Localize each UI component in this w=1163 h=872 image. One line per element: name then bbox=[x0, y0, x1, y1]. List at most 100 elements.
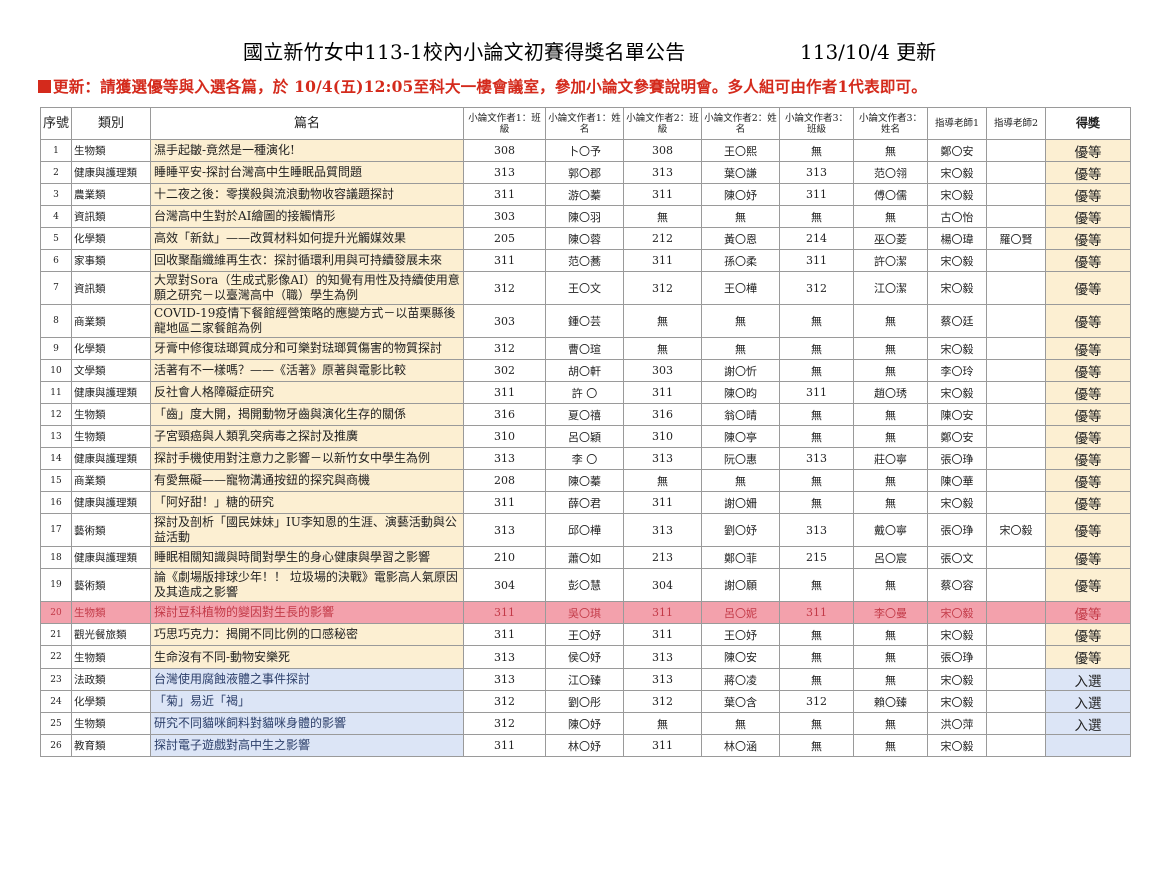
cell-title: 生命沒有不同-動物安樂死 bbox=[150, 645, 464, 669]
cell-teacher2 bbox=[986, 712, 1046, 735]
cell-category: 化學類 bbox=[71, 337, 151, 360]
cell-title: 子宮頸癌與人類乳突病毒之探討及推廣 bbox=[150, 425, 464, 448]
cell-teacher1: 宋〇毅 bbox=[927, 183, 987, 206]
cell-author1-class: 316 bbox=[463, 403, 546, 426]
update-date: 113/10/4 更新 bbox=[800, 40, 937, 64]
cell-teacher2 bbox=[986, 601, 1046, 624]
cell-title: 台灣高中生對於AI繪圖的接觸情形 bbox=[150, 205, 464, 228]
cell-no: 7 bbox=[40, 271, 72, 305]
table-row: 1 生物類 濕手起皺-竟然是一種演化! 308 卜〇予 308 王〇熙無無鄭〇安 優等 bbox=[40, 139, 1131, 162]
cell-author3-name: 莊〇寧 bbox=[853, 447, 928, 470]
cell-author1-class: 311 bbox=[463, 491, 546, 514]
cell-teacher2 bbox=[986, 183, 1046, 206]
cell-author3-name: 許〇潔 bbox=[853, 249, 928, 272]
cell-title: 「菊」易近「褐」 bbox=[150, 690, 464, 713]
cell-author2-name: 無 bbox=[701, 469, 780, 492]
cell-teacher2 bbox=[986, 205, 1046, 228]
cell-no: 6 bbox=[40, 249, 72, 272]
cell-author1-name: 王〇妤 bbox=[545, 623, 624, 646]
cell-author2-class: 212 bbox=[623, 227, 702, 250]
table-row: 22 生物類 生命沒有不同-動物安樂死 313 侯〇妤 313 陳〇安無無張〇琤 優等 bbox=[40, 645, 1131, 669]
table-row: 8 商業類 COVID-19疫情下餐館經營策略的應變方式－以苗栗縣後龍地區二家餐館為… bbox=[40, 304, 1131, 338]
cell-author1-class: 312 bbox=[463, 690, 546, 713]
cell-award: 入選 bbox=[1045, 668, 1131, 691]
cell-author2-name: 無 bbox=[701, 205, 780, 228]
cell-author3-class: 無 bbox=[779, 734, 854, 757]
cell-author1-name: 吳〇琪 bbox=[545, 601, 624, 624]
cell-author2-name: 阮〇惠 bbox=[701, 447, 780, 470]
cell-category: 法政類 bbox=[71, 668, 151, 691]
cell-author1-name: 卜〇予 bbox=[545, 139, 624, 162]
table-row: 25 生物類 研究不同貓咪飼料對貓咪身體的影響 312 陳〇妤無無無無洪〇萍 入選 bbox=[40, 712, 1131, 735]
cell-author3-name: 無 bbox=[853, 205, 928, 228]
cell-title: COVID-19疫情下餐館經營策略的應變方式－以苗栗縣後龍地區二家餐館為例 bbox=[150, 304, 464, 338]
cell-award: 優等 bbox=[1045, 337, 1131, 360]
cell-title: 探討及剖析「國民妹妹」IU李知恩的生涯、演藝活動與公益活動 bbox=[150, 513, 464, 547]
cell-category: 文學類 bbox=[71, 359, 151, 382]
cell-award: 優等 bbox=[1045, 139, 1131, 162]
cell-author1-name: 鍾〇芸 bbox=[545, 304, 624, 338]
cell-author3-class: 無 bbox=[779, 403, 854, 426]
cell-author3-name: 戴〇寧 bbox=[853, 513, 928, 547]
header-author2-class: 小論文作者2：班級 bbox=[623, 107, 702, 140]
cell-author1-class: 303 bbox=[463, 205, 546, 228]
cell-category: 觀光餐旅類 bbox=[71, 623, 151, 646]
cell-title: 睡眠相關知識與時間對學生的身心健康與學習之影響 bbox=[150, 546, 464, 569]
table-row: 12 生物類 「齒」度大開，揭開動物牙齒與演化生存的關係 316 夏〇禧 316 翁〇晴無無… bbox=[40, 403, 1131, 426]
cell-category: 健康與護理類 bbox=[71, 491, 151, 514]
cell-author3-class: 313 bbox=[779, 161, 854, 184]
cell-author1-name: 許 〇 bbox=[545, 381, 624, 404]
table-row: 21 觀光餐旅類 巧思巧克力：揭開不同比例的口感秘密 311 王〇妤 311 王〇妤無無宋〇… bbox=[40, 623, 1131, 646]
cell-author3-name: 江〇潔 bbox=[853, 271, 928, 305]
table-row: 7 資訊類 大眾對Sora（生成式影像AI）的知覺有用性及持續使用意願之研究－以臺灣… bbox=[40, 271, 1131, 305]
table-header-row: 序號 類別 篇名 小論文作者1：班級 小論文作者1：姓名 小論文作者2：班級 小… bbox=[40, 107, 1131, 140]
cell-teacher1: 宋〇毅 bbox=[927, 271, 987, 305]
cell-category: 資訊類 bbox=[71, 205, 151, 228]
cell-author1-name: 侯〇妤 bbox=[545, 645, 624, 669]
cell-teacher1: 古〇怡 bbox=[927, 205, 987, 228]
cell-teacher1: 宋〇毅 bbox=[927, 161, 987, 184]
cell-author3-class: 無 bbox=[779, 359, 854, 382]
cell-teacher1: 蔡〇廷 bbox=[927, 304, 987, 338]
cell-title: 「齒」度大開，揭開動物牙齒與演化生存的關係 bbox=[150, 403, 464, 426]
cell-author3-name: 無 bbox=[853, 568, 928, 602]
cell-title: 巧思巧克力：揭開不同比例的口感秘密 bbox=[150, 623, 464, 646]
cell-author1-name: 劉〇彤 bbox=[545, 690, 624, 713]
cell-teacher2 bbox=[986, 546, 1046, 569]
cell-author3-name: 無 bbox=[853, 712, 928, 735]
cell-author2-name: 王〇妤 bbox=[701, 623, 780, 646]
cell-teacher1: 陳〇華 bbox=[927, 469, 987, 492]
cell-award: 優等 bbox=[1045, 623, 1131, 646]
cell-author1-class: 312 bbox=[463, 712, 546, 735]
cell-award: 優等 bbox=[1045, 381, 1131, 404]
cell-category: 家事類 bbox=[71, 249, 151, 272]
cell-author3-class: 214 bbox=[779, 227, 854, 250]
cell-author3-name: 范〇翎 bbox=[853, 161, 928, 184]
cell-author3-name: 趙〇琇 bbox=[853, 381, 928, 404]
cell-no: 1 bbox=[40, 139, 72, 162]
header-teacher2: 指導老師2 bbox=[986, 107, 1046, 140]
cell-author1-name: 李 〇 bbox=[545, 447, 624, 470]
header-author1-name: 小論文作者1：姓名 bbox=[545, 107, 624, 140]
cell-teacher2 bbox=[986, 568, 1046, 602]
header-teacher1: 指導老師1 bbox=[927, 107, 987, 140]
cell-award: 優等 bbox=[1045, 249, 1131, 272]
cell-author1-name: 胡〇軒 bbox=[545, 359, 624, 382]
cell-author3-name: 無 bbox=[853, 734, 928, 757]
cell-award: 優等 bbox=[1045, 161, 1131, 184]
cell-category: 資訊類 bbox=[71, 271, 151, 305]
cell-author2-class: 無 bbox=[623, 205, 702, 228]
cell-teacher1: 宋〇毅 bbox=[927, 623, 987, 646]
cell-author1-class: 208 bbox=[463, 469, 546, 492]
cell-author3-name: 無 bbox=[853, 359, 928, 382]
cell-author2-name: 無 bbox=[701, 337, 780, 360]
cell-award: 優等 bbox=[1045, 491, 1131, 514]
cell-teacher2 bbox=[986, 469, 1046, 492]
cell-category: 教育類 bbox=[71, 734, 151, 757]
cell-author2-name: 謝〇姍 bbox=[701, 491, 780, 514]
cell-author2-name: 無 bbox=[701, 304, 780, 338]
cell-author1-name: 郭〇郡 bbox=[545, 161, 624, 184]
cell-award: 優等 bbox=[1045, 645, 1131, 669]
header-author3-class: 小論文作者3：班級 bbox=[779, 107, 854, 140]
cell-author3-class: 無 bbox=[779, 623, 854, 646]
